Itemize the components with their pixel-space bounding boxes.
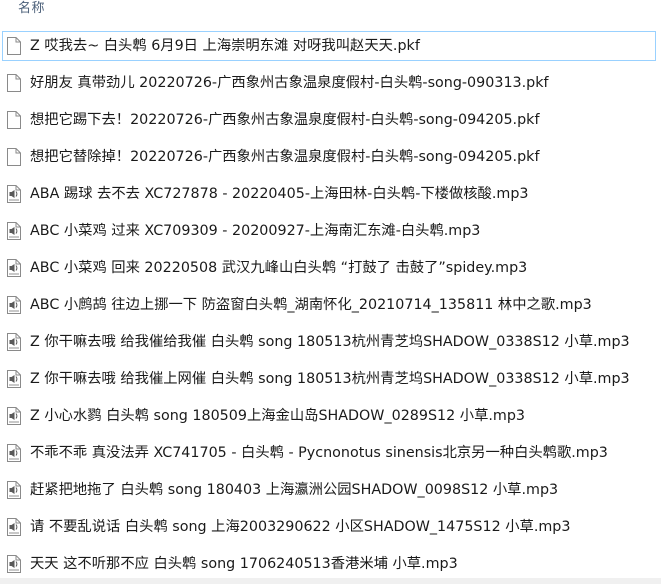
blank-file-icon xyxy=(7,74,21,92)
file-name: 想把它替除掉！20220726-广西象州古象温泉度假村-白头鹎-song-094… xyxy=(30,149,540,165)
file-name: 赶紧把地拖了 白头鹎 song 180403 上海瀛洲公园SHADOW_0098… xyxy=(30,482,559,498)
file-name: Z 哎我去~ 白头鹎 6月9日 上海崇明东滩 对呀我叫赵天天.pkf xyxy=(30,38,420,54)
audio-file-icon xyxy=(7,518,21,536)
file-name: Z 你干嘛去哦 给我催上网催 白头鹎 song 180513杭州青芝坞SHADO… xyxy=(30,371,630,387)
audio-file-icon xyxy=(7,222,21,240)
file-row[interactable]: 请 不要乱说话 白头鹎 song 上海2003290622 小区SHADOW_1… xyxy=(0,509,661,546)
file-name: ABC 小菜鸡 回来 20220508 武汉九峰山白头鹎 “打鼓了 击鼓了”sp… xyxy=(30,260,528,276)
file-list: Z 哎我去~ 白头鹎 6月9日 上海崇明东滩 对呀我叫赵天天.pkf 好朋友 真带… xyxy=(0,28,661,583)
file-name: ABC 小菜鸡 过来 XC709309 - 20200927-上海南汇东滩-白头… xyxy=(30,223,481,239)
name-column-header[interactable]: 名称 xyxy=(18,0,45,16)
file-row[interactable]: 想把它踢下去！20220726-广西象州古象温泉度假村-白头鹎-song-094… xyxy=(0,102,661,139)
audio-file-icon xyxy=(7,407,21,425)
file-name: 天天 这不听那不应 白头鹎 song 1706240513香港米埔 小草.mp3 xyxy=(30,556,458,572)
file-row[interactable]: ABC 小菜鸡 过来 XC709309 - 20200927-上海南汇东滩-白头… xyxy=(0,213,661,250)
horizontal-scrollbar[interactable] xyxy=(0,578,661,584)
file-row[interactable]: Z 你干嘛去哦 给我催给我催 白头鹎 song 180513杭州青芝坞SHADO… xyxy=(0,324,661,361)
file-row[interactable]: ABC 小鹧鸪 往边上挪一下 防盗窗白头鹎_湖南怀化_20210714_1358… xyxy=(0,287,661,324)
file-row[interactable]: 赶紧把地拖了 白头鹎 song 180403 上海瀛洲公园SHADOW_0098… xyxy=(0,472,661,509)
audio-file-icon xyxy=(7,333,21,351)
file-row[interactable]: 好朋友 真带劲儿 20220726-广西象州古象温泉度假村-白头鹎-song-0… xyxy=(0,65,661,102)
file-name: Z 你干嘛去哦 给我催给我催 白头鹎 song 180513杭州青芝坞SHADO… xyxy=(30,334,630,350)
audio-file-icon xyxy=(7,185,21,203)
file-name: ABA 踢球 去不去 XC727878 - 20220405-上海田林-白头鹎-… xyxy=(30,186,529,202)
file-row[interactable]: 不乖不乖 真没法弄 XC741705 - 白头鹎 - Pycnonotus si… xyxy=(0,435,661,472)
audio-file-icon xyxy=(7,444,21,462)
file-name: 好朋友 真带劲儿 20220726-广西象州古象温泉度假村-白头鹎-song-0… xyxy=(30,75,549,91)
audio-file-icon xyxy=(7,481,21,499)
file-name: 想把它踢下去！20220726-广西象州古象温泉度假村-白头鹎-song-094… xyxy=(30,112,540,128)
file-name: ABC 小鹧鸪 往边上挪一下 防盗窗白头鹎_湖南怀化_20210714_1358… xyxy=(30,297,592,313)
file-name: 请 不要乱说话 白头鹎 song 上海2003290622 小区SHADOW_1… xyxy=(30,519,571,535)
file-row[interactable]: Z 小心水鹨 白头鹎 song 180509上海金山岛SHADOW_0289S1… xyxy=(0,398,661,435)
audio-file-icon xyxy=(7,370,21,388)
file-row[interactable]: ABC 小菜鸡 回来 20220508 武汉九峰山白头鹎 “打鼓了 击鼓了”sp… xyxy=(0,250,661,287)
audio-file-icon xyxy=(7,555,21,573)
column-header: 名称 xyxy=(0,0,661,18)
file-name: 不乖不乖 真没法弄 XC741705 - 白头鹎 - Pycnonotus si… xyxy=(30,445,608,461)
blank-file-icon xyxy=(7,37,21,55)
file-row[interactable]: Z 你干嘛去哦 给我催上网催 白头鹎 song 180513杭州青芝坞SHADO… xyxy=(0,361,661,398)
file-name: Z 小心水鹨 白头鹎 song 180509上海金山岛SHADOW_0289S1… xyxy=(30,408,526,424)
blank-file-icon xyxy=(7,111,21,129)
blank-file-icon xyxy=(7,148,21,166)
file-row[interactable]: ABA 踢球 去不去 XC727878 - 20220405-上海田林-白头鹎-… xyxy=(0,176,661,213)
audio-file-icon xyxy=(7,259,21,277)
audio-file-icon xyxy=(7,296,21,314)
file-row[interactable]: 想把它替除掉！20220726-广西象州古象温泉度假村-白头鹎-song-094… xyxy=(0,139,661,176)
file-row[interactable]: Z 哎我去~ 白头鹎 6月9日 上海崇明东滩 对呀我叫赵天天.pkf xyxy=(0,28,661,65)
